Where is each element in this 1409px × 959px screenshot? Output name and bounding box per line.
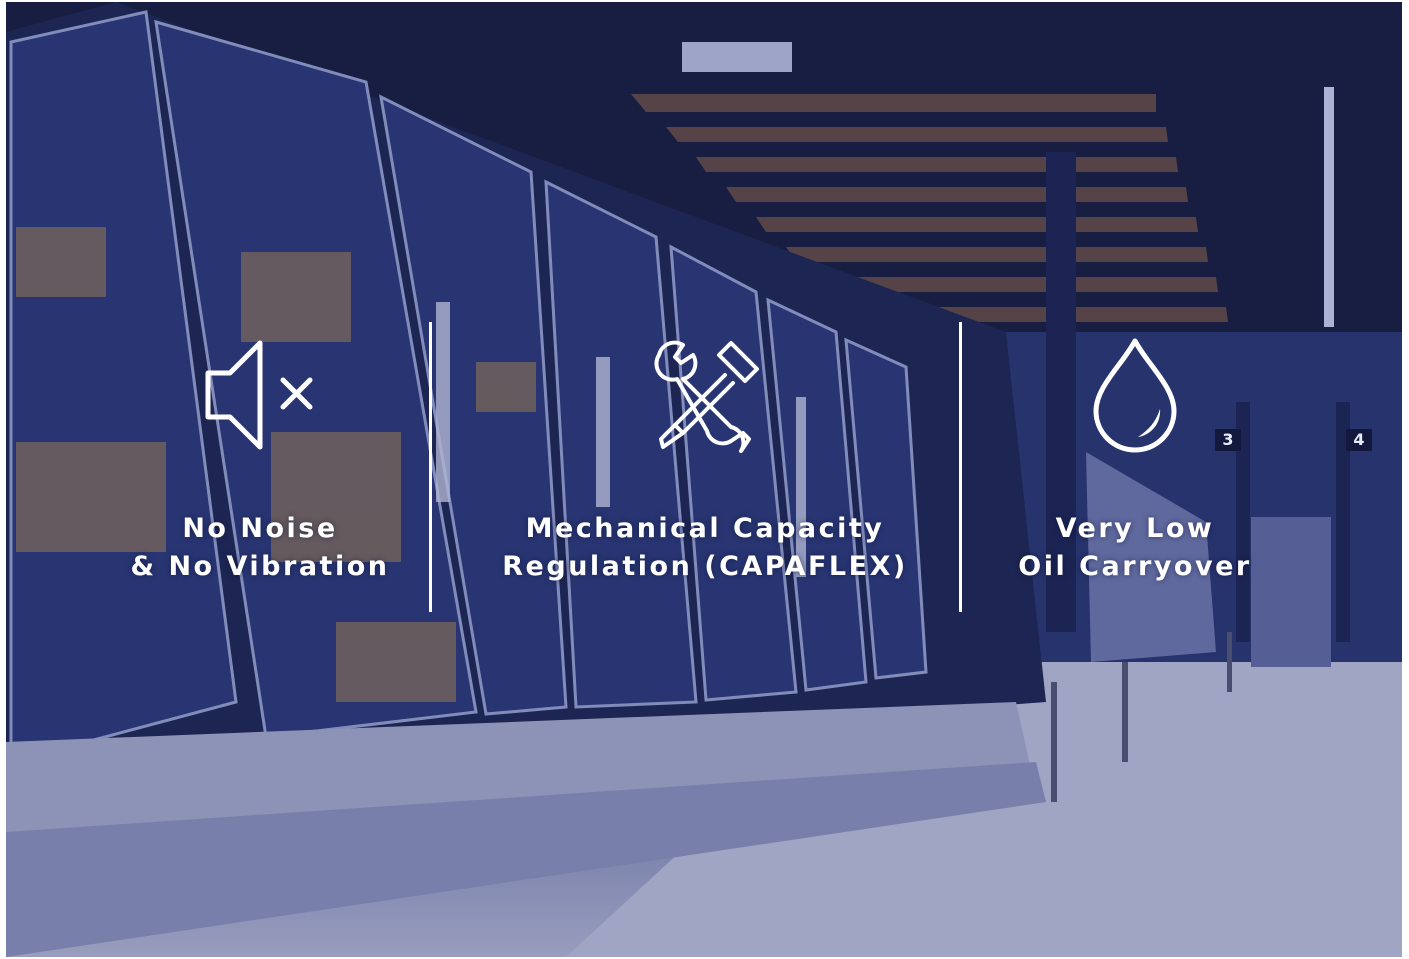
divider [429,322,432,612]
feature-label-line1: Very Low [1055,513,1215,544]
wrench-screwdriver-icon [635,330,775,460]
feature-label-line1: No Noise [182,513,338,544]
feature-banner: 3 4 No Noise & No Vibration Mechanical C… [0,0,1409,959]
aisle-sign-4: 4 [1353,430,1365,449]
feature-label: No Noise & No Vibration [131,510,390,586]
feature-label-line1: Mechanical Capacity [525,513,885,544]
feature-label: Mechanical Capacity Regulation (CAPAFLEX… [502,510,907,586]
feature-label-line2: & No Vibration [130,551,390,582]
divider [959,322,962,612]
feature-no-noise: No Noise & No Vibration [100,330,420,620]
feature-label-line2: Oil Carryover [1018,551,1252,582]
feature-label-line2: Regulation (CAPAFLEX) [502,551,908,582]
mute-speaker-icon [190,330,330,460]
feature-low-oil-carryover: Very Low Oil Carryover [990,330,1280,620]
feature-capacity-regulation: Mechanical Capacity Regulation (CAPAFLEX… [475,330,935,620]
feature-label: Very Low Oil Carryover [1018,510,1251,586]
oil-drop-icon [1065,330,1205,460]
